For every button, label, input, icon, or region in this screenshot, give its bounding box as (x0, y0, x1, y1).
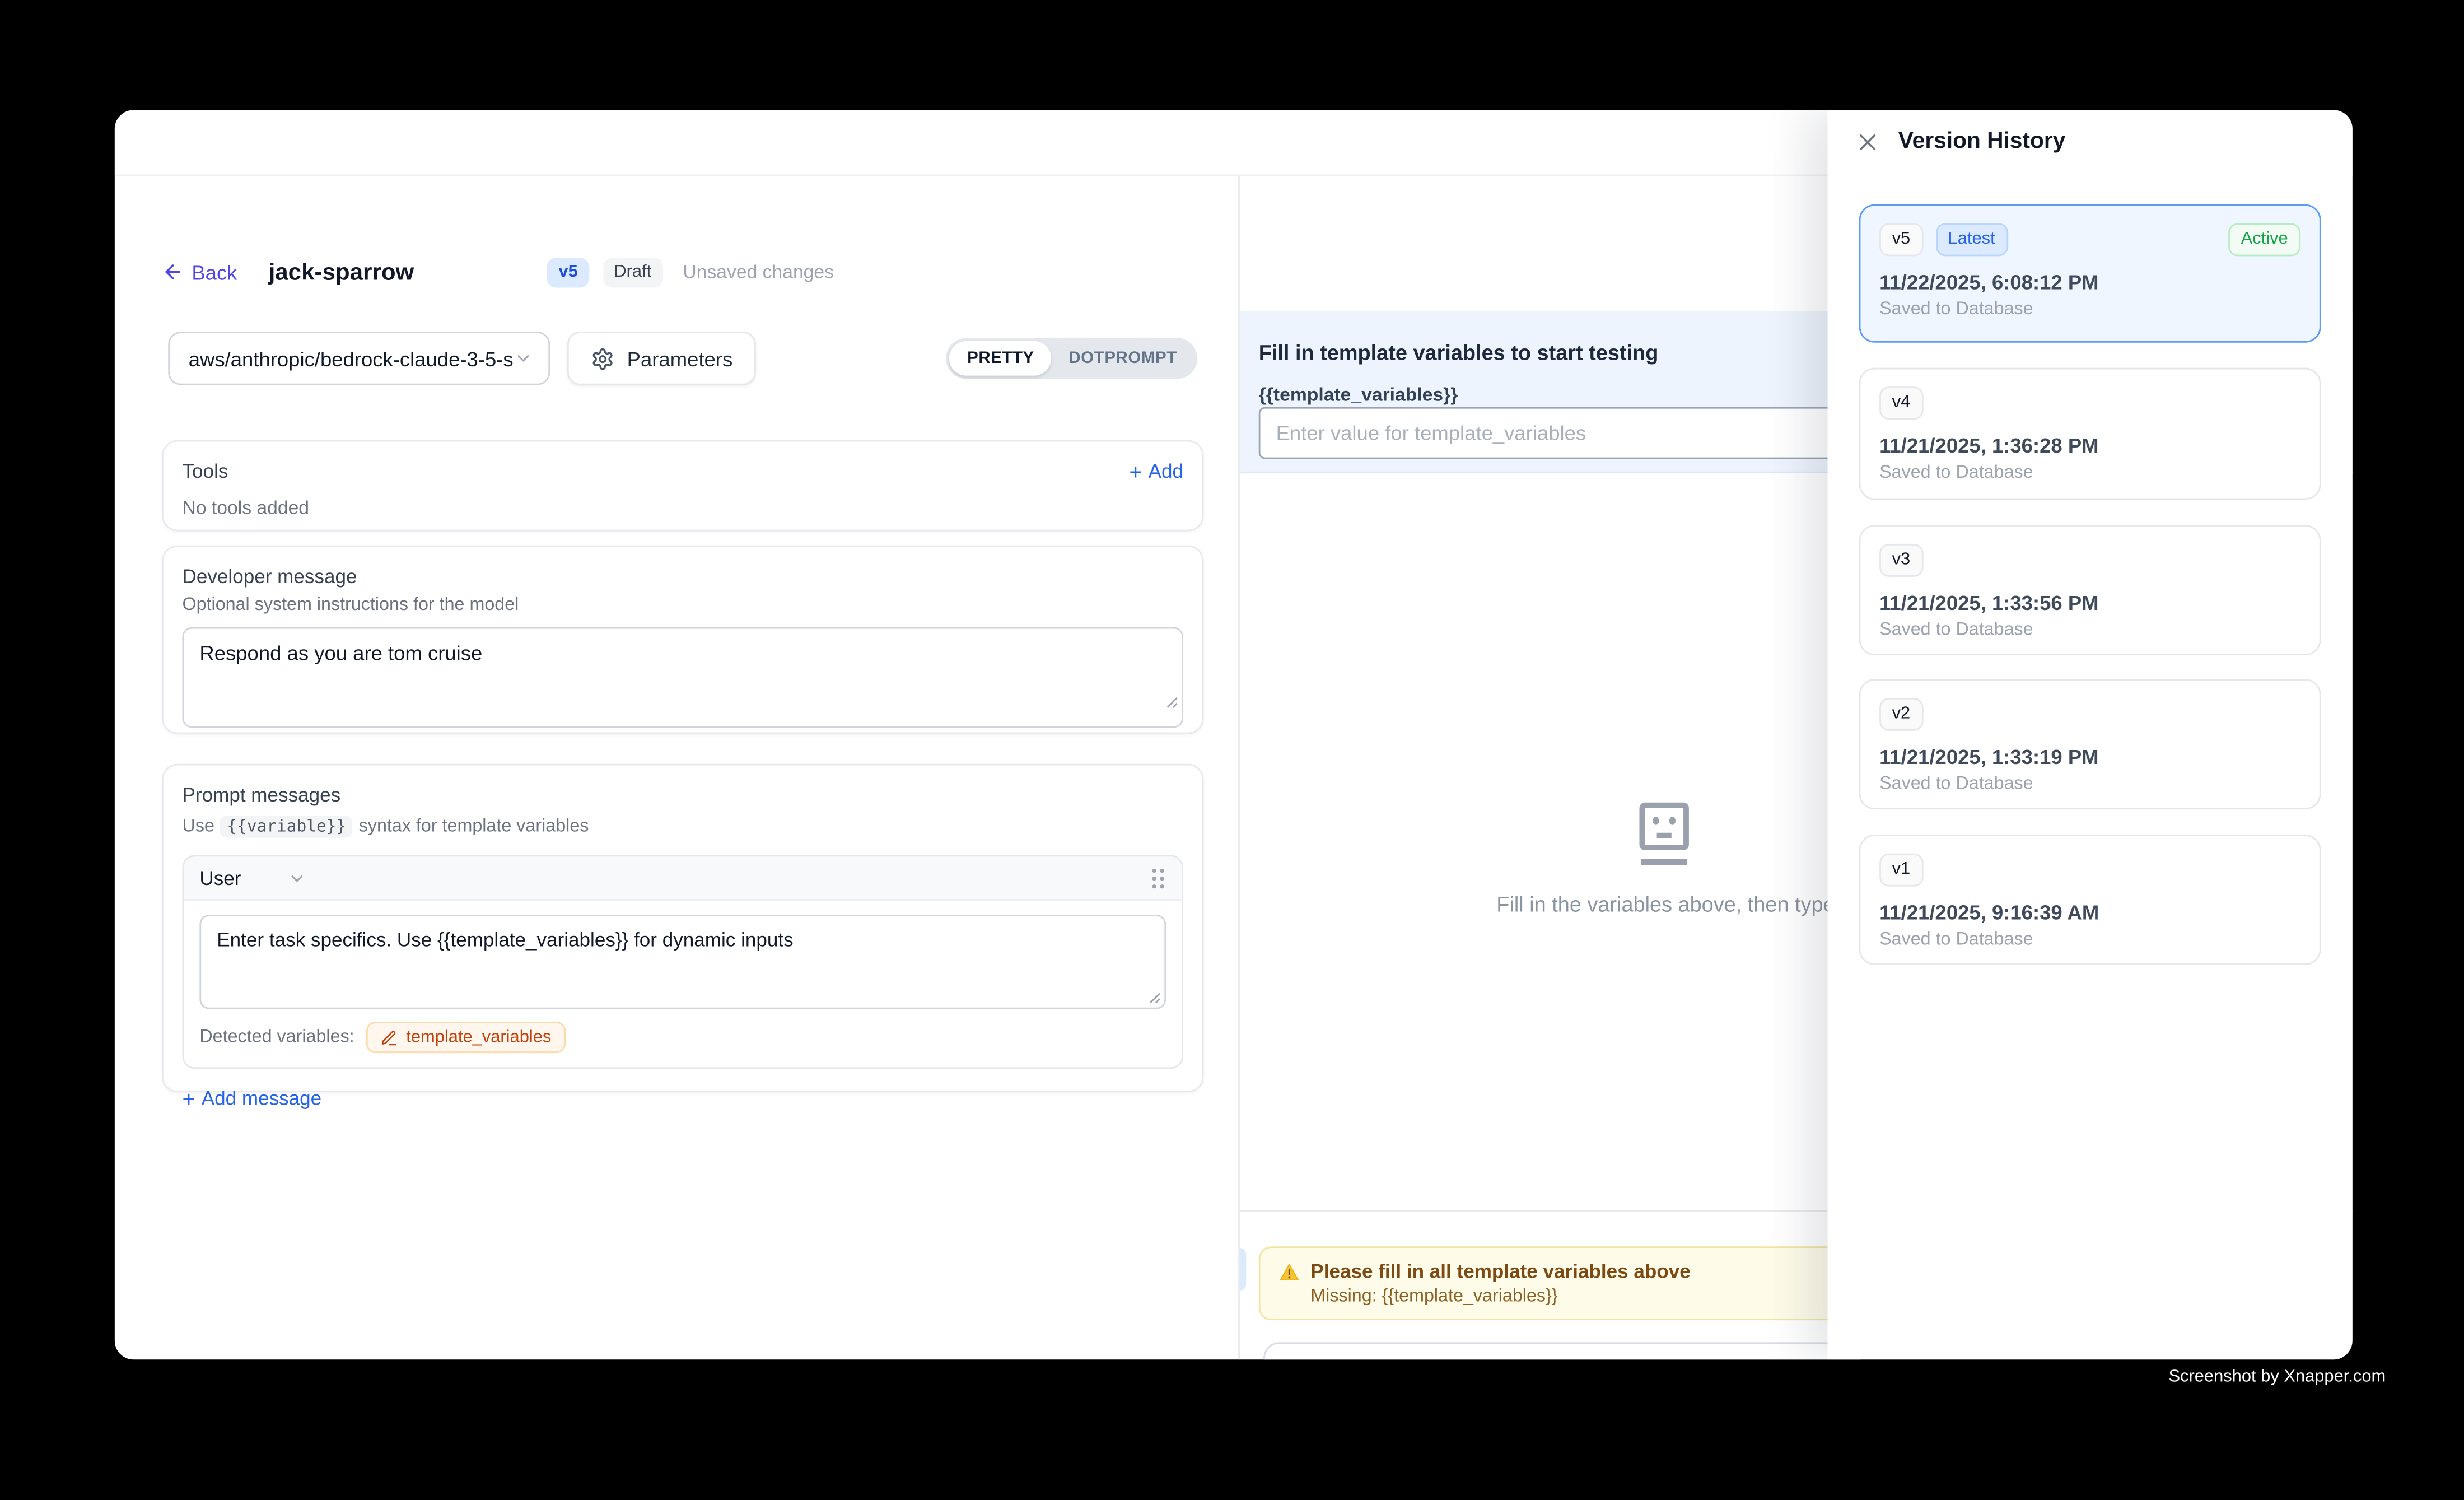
developer-message-title: Developer message (183, 566, 1183, 588)
template-variable-input[interactable] (1259, 407, 1856, 459)
drag-grip-icon[interactable] (1150, 867, 1166, 889)
version-number-badge: v1 (1879, 854, 1923, 887)
version-number-badge: v5 (1879, 223, 1923, 256)
toggle-dotprompt[interactable]: DOTPROMPT (1052, 341, 1194, 376)
prompt-messages-card: Prompt messages Use {{variable}} syntax … (162, 764, 1203, 1092)
detected-variables-row: Detected variables: template_variables (184, 1009, 1182, 1068)
detected-variable-chip[interactable]: template_variables (367, 1022, 566, 1053)
parameters-label: Parameters (627, 347, 733, 370)
version-timestamp: 11/21/2025, 1:33:56 PM (1879, 591, 2300, 614)
message-composer-input[interactable] (1263, 1342, 1860, 1359)
version-badge: v5 (548, 257, 589, 287)
developer-message-subtitle: Optional system instructions for the mod… (183, 596, 1183, 615)
app-window: Back jack-sparrow v5 Draft Unsaved chang… (115, 110, 2353, 1359)
version-status: Saved to Database (1879, 621, 2300, 640)
variable-syntax-chip: {{variable}} (221, 816, 352, 837)
version-timestamp: 11/21/2025, 1:33:19 PM (1879, 745, 2300, 768)
warning-triangle-icon (1279, 1261, 1299, 1282)
model-selector-value: aws/anthropic/bedrock-claude-3-5-s... (189, 347, 514, 370)
variable-name-label: {{template_variables}} (1259, 384, 1458, 406)
developer-message-card: Developer message Optional system instru… (162, 546, 1203, 734)
version-card-v4[interactable]: v4 11/21/2025, 1:36:28 PM Saved to Datab… (1859, 368, 2321, 500)
version-number-badge: v3 (1879, 544, 1923, 577)
chevron-down-icon[interactable] (288, 868, 307, 887)
pencil-icon (381, 1029, 398, 1046)
model-toolbar: aws/anthropic/bedrock-claude-3-5-s... Pa… (168, 332, 1205, 385)
robot-face-icon (1636, 802, 1692, 868)
model-selector[interactable]: aws/anthropic/bedrock-claude-3-5-s... (168, 332, 550, 385)
prompt-message-block: User Enter task specifics. Use {{templat… (183, 855, 1183, 1069)
version-status: Saved to Database (1879, 464, 2300, 483)
version-number-badge: v2 (1879, 698, 1923, 731)
watermark-text: Screenshot by Xnapper.com (2168, 1367, 2386, 1386)
page-title: jack-sparrow (269, 259, 414, 286)
banner-title: Fill in template variables to start test… (1259, 341, 1659, 365)
add-tool-button[interactable]: + Add (1129, 460, 1183, 482)
user-message-input[interactable]: Enter task specifics. Use {{template_var… (199, 915, 1166, 1009)
prompt-title-row: Back jack-sparrow v5 Draft Unsaved chang… (162, 253, 834, 291)
gear-icon (591, 347, 614, 370)
active-badge: Active (2228, 223, 2300, 256)
version-number-badge: v4 (1879, 386, 1923, 420)
template-warning: Please fill in all template variables ab… (1259, 1246, 1856, 1320)
add-message-button[interactable]: + Add message (183, 1088, 322, 1110)
empty-state-text: Fill in the variables above, then type (1496, 893, 1835, 916)
version-card-v1[interactable]: v1 11/21/2025, 9:16:39 AM Saved to Datab… (1859, 835, 2321, 965)
message-role-header: User (184, 856, 1182, 901)
close-icon[interactable] (1856, 130, 1879, 153)
format-toggle: PRETTY DOTPROMPT (947, 338, 1198, 379)
latest-badge: Latest (1935, 223, 2008, 256)
warning-title: Please fill in all template variables ab… (1310, 1261, 1690, 1283)
add-message-label: Add message (202, 1088, 321, 1110)
tools-empty-text: No tools added (183, 497, 1183, 519)
version-card-v3[interactable]: v3 11/21/2025, 1:33:56 PM Saved to Datab… (1859, 525, 2321, 655)
back-label: Back (192, 260, 237, 283)
toggle-pretty[interactable]: PRETTY (950, 341, 1051, 376)
prompt-messages-title: Prompt messages (183, 784, 1183, 806)
back-button[interactable]: Back (162, 260, 237, 283)
version-status: Saved to Database (1879, 300, 2300, 319)
arrow-left-icon (162, 261, 184, 283)
message-role-select[interactable]: User (199, 867, 241, 889)
screenshot-stage: Back jack-sparrow v5 Draft Unsaved chang… (0, 0, 2464, 1500)
detected-variable-name: template_variables (406, 1028, 551, 1047)
version-timestamp: 11/21/2025, 9:16:39 AM (1879, 901, 2300, 924)
developer-message-input[interactable]: Respond as you are tom cruise (183, 627, 1183, 728)
parameters-button[interactable]: Parameters (567, 332, 756, 385)
warning-detail: Missing: {{template_variables}} (1310, 1287, 1835, 1306)
plus-icon: + (183, 1088, 195, 1110)
version-status: Saved to Database (1879, 775, 2300, 794)
version-status: Saved to Database (1879, 930, 2300, 949)
detected-variables-label: Detected variables: (199, 1028, 354, 1047)
version-card-v2[interactable]: v2 11/21/2025, 1:33:19 PM Saved to Datab… (1859, 679, 2321, 809)
plus-icon: + (1129, 460, 1142, 482)
version-history-title: Version History (1898, 129, 2066, 154)
unsaved-changes-text: Unsaved changes (683, 261, 834, 283)
chevron-down-icon (514, 349, 533, 368)
version-card-v5[interactable]: v5 Latest Active 11/22/2025, 6:08:12 PM … (1859, 204, 2321, 343)
tools-card: Tools + Add No tools added (162, 440, 1203, 532)
tools-title: Tools (183, 460, 228, 482)
add-tool-label: Add (1149, 460, 1183, 482)
draft-badge: Draft (603, 257, 662, 287)
clipped-edge-element (1240, 1248, 1246, 1291)
prompt-messages-subtitle: Use {{variable}} syntax for template var… (183, 816, 1183, 837)
version-history-panel: Version History v5 Latest Active 11/22/2… (1828, 110, 2353, 1359)
version-timestamp: 11/21/2025, 1:36:28 PM (1879, 434, 2300, 457)
version-timestamp: 11/22/2025, 6:08:12 PM (1879, 271, 2300, 294)
